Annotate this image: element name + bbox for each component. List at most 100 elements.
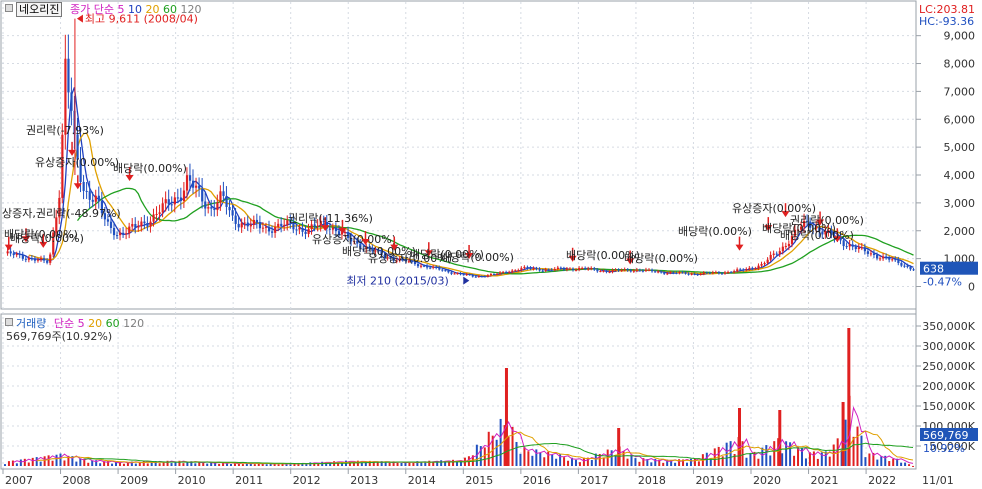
candle-up <box>243 222 246 224</box>
candle-up <box>161 203 164 213</box>
volume-bar <box>436 462 439 466</box>
year-label: 2016 <box>523 474 551 487</box>
candle-up <box>185 175 189 191</box>
volume-bar <box>527 451 530 466</box>
candle-up <box>502 271 505 273</box>
volume-bar <box>459 461 462 466</box>
volume-bar <box>864 457 867 466</box>
stock-name: 네오리진 <box>16 2 63 17</box>
candle-down <box>91 199 94 202</box>
volume-bar <box>134 463 137 466</box>
candle-up <box>15 254 18 256</box>
candle-up <box>249 224 252 227</box>
volume-bar <box>674 462 677 466</box>
candle-up <box>152 214 155 222</box>
year-label: 2012 <box>293 474 321 487</box>
volume-legend: 거래량 단순 5 20 60 120 <box>5 317 144 330</box>
candle-down <box>739 269 742 271</box>
candle-down <box>660 271 663 273</box>
price-legend: 네오리진 종가 단순 5 10 20 60 120 <box>5 2 202 17</box>
volume-bar <box>400 462 403 466</box>
volume-bar <box>218 463 221 466</box>
candle-down <box>82 181 85 191</box>
candle-up <box>36 259 40 261</box>
year-label: 2011 <box>235 474 263 487</box>
price-ma-120: 120 <box>180 3 202 16</box>
candle-up <box>283 224 286 227</box>
candle-down <box>222 191 225 196</box>
candle-up <box>264 226 268 228</box>
volume-bar <box>170 463 173 466</box>
volume-bar <box>713 448 716 466</box>
low-annotation: 최저 210 (2015/03) <box>346 275 449 288</box>
volume-bar <box>602 457 605 466</box>
candle-up <box>578 268 581 270</box>
panel-toggle-icon[interactable] <box>5 318 13 326</box>
volume-bar <box>535 449 538 466</box>
volume-bar <box>531 455 534 466</box>
volume-bar <box>408 462 411 466</box>
candle-down <box>435 266 438 268</box>
candle-up <box>602 270 605 272</box>
candle-down <box>231 210 234 216</box>
candle-down <box>629 270 632 272</box>
candle-up <box>499 272 502 274</box>
volume-bar <box>43 456 46 466</box>
volume-bar <box>7 461 10 466</box>
candle-up <box>766 259 769 264</box>
volume-bar <box>709 458 712 466</box>
candle-up <box>648 269 651 271</box>
volume-bar <box>241 464 244 466</box>
panel-toggle-icon[interactable] <box>5 4 13 12</box>
volume-bar <box>590 459 593 466</box>
candle-down <box>43 258 46 261</box>
volume-bar <box>376 462 379 466</box>
year-label: 2009 <box>120 474 148 487</box>
candle-down <box>258 222 262 229</box>
candle-down <box>423 265 426 267</box>
candle-down <box>742 269 745 271</box>
candle-down <box>876 255 879 259</box>
volume-bar <box>487 431 490 466</box>
volume-bar <box>539 452 542 466</box>
candle-down <box>146 223 149 227</box>
price-ma-5: 5 <box>117 3 125 16</box>
volume-tick-label: 200,000K <box>922 380 975 393</box>
volume-ma-60: 60 <box>105 317 120 330</box>
candle-up <box>632 270 635 272</box>
candle-down <box>88 191 91 200</box>
candle-up <box>164 199 167 204</box>
volume-bar <box>35 457 38 466</box>
volume-bar <box>499 418 502 466</box>
candle-up <box>635 269 639 271</box>
year-label: 2014 <box>408 474 436 487</box>
volume-bar <box>812 451 815 466</box>
volume-bar <box>773 441 776 466</box>
candle-down <box>720 273 724 275</box>
event-label: 유상증자(0.00%) <box>35 156 119 169</box>
candle-down <box>328 228 331 230</box>
candle-up <box>489 274 493 276</box>
year-label: 2015 <box>465 474 493 487</box>
volume-spike <box>617 428 621 466</box>
candle-up <box>195 185 198 188</box>
volume-bar <box>182 463 185 466</box>
candle-down <box>122 232 125 235</box>
volume-bar <box>693 458 696 466</box>
event-label: 권리락(-11.36%) <box>288 212 373 225</box>
volume-tick-label: 300,000K <box>922 340 975 353</box>
candle-up <box>277 223 280 228</box>
volume-bar <box>253 464 256 466</box>
candle-up <box>140 221 143 227</box>
candle-up <box>298 227 301 230</box>
candle-down <box>301 227 304 232</box>
candle-down <box>888 257 891 260</box>
volume-bar <box>277 464 280 466</box>
volume-bar <box>836 438 839 466</box>
volume-name: 거래량 <box>16 317 47 330</box>
candle-up <box>879 258 882 260</box>
candle-up <box>240 223 243 228</box>
candle-up <box>711 272 715 274</box>
volume-bar <box>15 463 18 466</box>
candle-down <box>903 265 906 267</box>
